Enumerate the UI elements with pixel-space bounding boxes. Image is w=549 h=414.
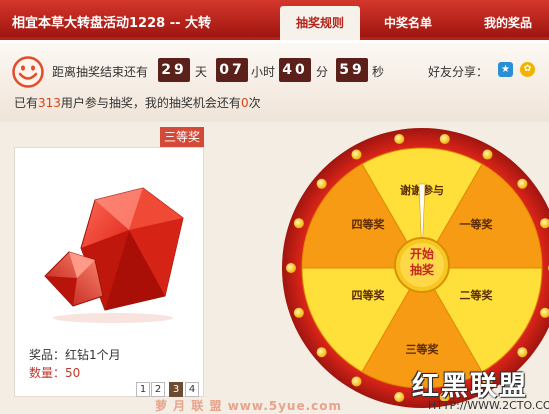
countdown-seconds: 59 xyxy=(336,58,368,82)
sector-label-first: 一等奖 xyxy=(460,217,494,231)
stats-mid: 用户参与抽奖，我的抽奖机会还有 xyxy=(60,96,241,110)
chances-count: 0 xyxy=(240,96,249,110)
prize-tier-badge: 三等奖 xyxy=(160,127,204,147)
countdown-label: 距离抽奖结束还有 xyxy=(52,65,149,79)
sector-label-fourth-a: 四等奖 xyxy=(352,217,386,231)
sector-label-third: 三等奖 xyxy=(406,342,440,356)
wheel-bulb xyxy=(439,133,450,144)
wheel-bulb xyxy=(517,178,528,189)
qq-zone-icon[interactable]: ★ xyxy=(498,62,513,77)
countdown-minutes: 40 xyxy=(279,58,311,82)
wheel-bulb xyxy=(482,149,493,160)
page-button-3[interactable]: 3 xyxy=(169,382,183,397)
stats-prefix: 已有 xyxy=(14,96,39,110)
tab-winners[interactable]: 中奖名单 xyxy=(368,6,448,40)
prize-qty-value: 50 xyxy=(65,366,81,380)
countdown-days: 29 xyxy=(158,58,190,82)
page-title: 相宜本草大转盘活动1228 -- 大转 xyxy=(12,16,212,31)
prize-quantity: 数量：50 xyxy=(29,364,80,381)
countdown-hours: 07 xyxy=(216,58,248,82)
sector-label-fourth-b: 四等奖 xyxy=(352,288,386,302)
wheel-bulb xyxy=(316,178,327,189)
stats-suffix: 次 xyxy=(248,96,261,110)
participation-stats: 已有313用户参与抽奖，我的抽奖机会还有0次 xyxy=(14,94,261,111)
wheel-bulb xyxy=(316,347,327,358)
prize-card: 奖品：红钻1个月 数量：50 xyxy=(14,147,204,397)
page-button-1[interactable]: 1 xyxy=(136,382,150,397)
page-button-4[interactable]: 4 xyxy=(185,382,199,397)
share-label: 好友分享： xyxy=(428,65,489,79)
page-button-2[interactable]: 2 xyxy=(151,382,165,397)
prize-qty-label: 数量： xyxy=(29,366,66,380)
wheel-bulb xyxy=(351,149,362,160)
countdown-minutes-unit: 分 xyxy=(316,65,329,79)
wheel-bulb xyxy=(517,347,528,358)
countdown-days-unit: 天 xyxy=(195,65,208,79)
wheel-bulb xyxy=(351,376,362,387)
wheel-bulb xyxy=(394,392,405,403)
wheel-bulb xyxy=(286,263,296,273)
prize-name: 奖品：红钻1个月 xyxy=(29,348,121,362)
sector-label-second: 二等奖 xyxy=(460,288,494,302)
countdown-seconds-unit: 秒 xyxy=(372,65,385,79)
smiley-icon xyxy=(12,56,44,88)
start-label-line1: 开始 xyxy=(410,246,434,261)
wheel-bulb xyxy=(394,133,405,144)
header-bar: 相宜本草大转盘活动1228 -- 大转 抽奖规则 中奖名单 我的奖品 xyxy=(0,0,549,40)
wheel-bulb xyxy=(293,218,304,229)
tab-my-prizes[interactable]: 我的奖品 xyxy=(470,6,546,40)
wheel-bulb xyxy=(293,307,304,318)
tab-rules[interactable]: 抽奖规则 xyxy=(280,6,360,40)
info-bar: 距离抽奖结束还有 29 天 07 小时 40 分 59 秒 好友分享： ★ ✿ … xyxy=(0,43,549,122)
pengyou-icon[interactable]: ✿ xyxy=(520,62,535,77)
watermark-url: HTTP://WWW.2CTO.COM xyxy=(428,399,549,412)
participant-count: 313 xyxy=(38,96,61,110)
ruby-gem-icon xyxy=(44,187,184,323)
site-watermark: 萝 月 联 盟 www.5yue.com xyxy=(155,399,343,413)
start-label-line2: 抽奖 xyxy=(410,262,435,277)
countdown-hours-unit: 小时 xyxy=(251,65,276,79)
watermark-text: 红黑联盟 xyxy=(412,371,528,402)
